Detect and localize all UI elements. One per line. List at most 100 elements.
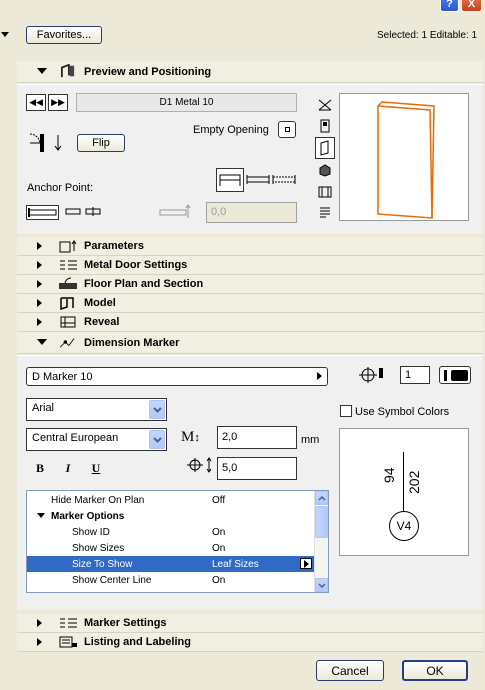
pen-color-swatch — [444, 370, 447, 381]
encoding-value: Central European — [32, 432, 119, 444]
next-door-button[interactable]: ▶▶ — [48, 94, 68, 111]
close-button[interactable]: X — [461, 0, 482, 12]
text-size-field[interactable]: 2,0 — [217, 426, 297, 449]
wall-position-icon — [219, 174, 241, 186]
underline-button[interactable]: U — [88, 461, 104, 477]
anchor-point-label: Anchor Point: — [27, 182, 94, 194]
use-symbol-colors-label: Use Symbol Colors — [355, 406, 450, 418]
marker-height-value: 202 — [406, 470, 422, 494]
option-row-selected[interactable]: Size To Show Leaf Sizes — [27, 556, 314, 572]
anchor-center-icon[interactable] — [65, 207, 81, 217]
pen-icon — [359, 367, 383, 383]
position-inside-button[interactable] — [216, 168, 244, 192]
italic-button[interactable]: I — [60, 461, 76, 477]
section-header-preview[interactable]: Preview and Positioning — [17, 61, 483, 83]
section-header-dimension-marker[interactable]: Dimension Marker — [17, 332, 483, 354]
collapsed-triangle-icon — [37, 242, 42, 250]
encoding-select[interactable]: Central European — [26, 428, 167, 451]
favorites-button[interactable]: Favorites... — [26, 26, 102, 44]
cancel-button[interactable]: Cancel — [316, 660, 384, 681]
door-preview-drawing — [377, 101, 435, 219]
help-button[interactable]: ? — [440, 0, 459, 12]
chevron-down-icon[interactable] — [149, 430, 165, 449]
marker-type-dropdown[interactable]: D Marker 10 — [26, 367, 328, 386]
collapsed-triangle-icon — [37, 261, 42, 269]
option-row[interactable]: Show Center Line On — [27, 572, 314, 588]
door-name-field: D1 Metal 10 — [76, 93, 297, 112]
position-outside-button[interactable] — [272, 172, 296, 188]
text-size-icon: M↕ — [181, 429, 200, 445]
section-view-icon[interactable] — [317, 185, 333, 199]
section-header-model[interactable]: Model — [17, 294, 483, 313]
offset-icon — [159, 204, 191, 218]
listing-icon — [59, 636, 77, 648]
pen-color-button[interactable] — [439, 366, 471, 384]
settings-list-icon — [60, 260, 77, 270]
section-header-listing[interactable]: Listing and Labeling — [17, 633, 483, 652]
anchor-left-icon — [28, 208, 57, 217]
option-row[interactable]: Hide Marker On Plan Off — [27, 492, 314, 508]
floor-plan-view-icon[interactable] — [317, 98, 333, 112]
model-icon — [60, 297, 74, 310]
door-3d-icon — [320, 140, 329, 156]
position-center-button[interactable] — [246, 172, 270, 188]
section-header-marker-settings[interactable]: Marker Settings — [17, 614, 483, 633]
marker-type-value: D Marker 10 — [32, 371, 93, 383]
font-select[interactable]: Arial — [26, 398, 167, 421]
expanded-triangle-icon — [37, 68, 47, 74]
section-header-floor-plan[interactable]: Floor Plan and Section — [17, 275, 483, 294]
section-header-parameters[interactable]: Parameters — [17, 237, 483, 256]
anchor-left-button[interactable] — [26, 205, 59, 220]
left-collapse-arrow-icon[interactable] — [1, 32, 9, 37]
section-header-reveal[interactable]: Reveal — [17, 313, 483, 332]
options-scrollbar[interactable] — [314, 491, 328, 592]
group-expanded-triangle-icon — [37, 513, 45, 518]
scroll-up-icon[interactable] — [315, 491, 328, 505]
collapsed-triangle-icon — [37, 280, 42, 288]
3d-view-button[interactable] — [315, 137, 335, 159]
selection-info: Selected: 1 Editable: 1 — [377, 30, 478, 41]
section-title: Preview and Positioning — [84, 65, 212, 78]
use-symbol-colors-checkbox[interactable] — [340, 405, 352, 417]
cube-view-icon[interactable] — [318, 164, 332, 177]
offset-field[interactable]: 0,0 — [206, 202, 297, 223]
reveal-icon — [60, 316, 76, 328]
section-title: Listing and Labeling — [84, 636, 191, 648]
anchor-right-icon[interactable] — [85, 207, 101, 217]
floor-plan-icon — [59, 277, 77, 289]
section-title: Dimension Marker — [84, 336, 180, 349]
prev-door-button[interactable]: ◀◀ — [26, 94, 46, 111]
section-title: Metal Door Settings — [84, 259, 188, 271]
list-view-icon[interactable] — [318, 206, 332, 220]
door-settings-icon — [61, 64, 75, 78]
prev-next-buttons[interactable]: ◀◀ ▶▶ — [26, 94, 70, 111]
option-row[interactable]: Show ID On — [27, 524, 314, 540]
expanded-triangle-icon — [37, 339, 47, 345]
collapsed-triangle-icon — [37, 619, 42, 627]
chevron-down-icon[interactable] — [149, 400, 165, 419]
pen-number-field[interactable]: 1 — [400, 366, 430, 384]
section-title: Parameters — [84, 240, 144, 252]
submenu-arrow-icon[interactable] — [300, 558, 312, 569]
elevation-view-icon[interactable] — [319, 119, 331, 133]
scroll-thumb[interactable] — [315, 506, 328, 538]
dimension-marker-icon — [59, 338, 75, 348]
marker-options-list[interactable]: Hide Marker On Plan Off Marker Options S… — [26, 490, 329, 593]
flip-button[interactable]: Flip — [77, 134, 125, 152]
option-row[interactable]: Show Sizes On — [27, 540, 314, 556]
parameters-icon — [59, 240, 77, 253]
collapsed-triangle-icon — [37, 638, 42, 646]
section-header-metal-door-settings[interactable]: Metal Door Settings — [17, 256, 483, 275]
empty-opening-label: Empty Opening — [193, 124, 269, 136]
submenu-arrow-icon — [317, 372, 322, 380]
unit-label: mm — [301, 434, 320, 446]
collapsed-triangle-icon — [37, 299, 42, 307]
empty-opening-toggle[interactable] — [278, 121, 296, 138]
ok-button[interactable]: OK — [402, 660, 468, 681]
option-group-row[interactable]: Marker Options — [27, 508, 314, 524]
scroll-down-icon[interactable] — [315, 578, 328, 592]
bold-button[interactable]: B — [32, 461, 48, 477]
section-title: Reveal — [84, 316, 120, 328]
marker-offset-field[interactable]: 5,0 — [217, 457, 297, 480]
collapsed-triangle-icon — [37, 318, 42, 326]
